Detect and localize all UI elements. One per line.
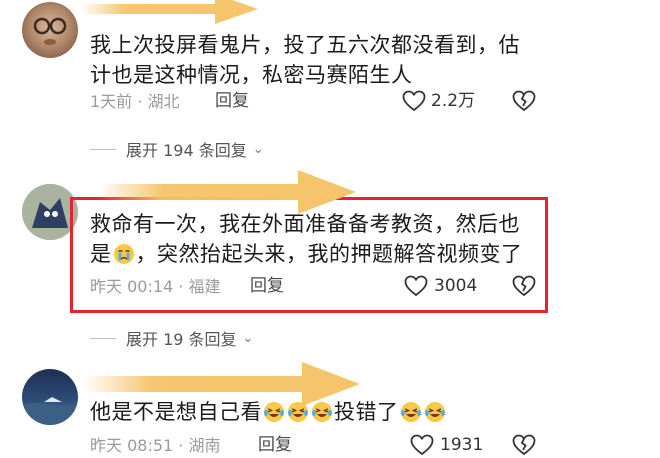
heart-outline-icon[interactable] [404, 275, 428, 297]
expand-replies[interactable]: 展开 194 条回复 ⌄ [90, 137, 264, 161]
avatar[interactable] [22, 369, 78, 425]
expand-replies[interactable]: 展开 19 条回复 ⌄ [90, 326, 253, 350]
broken-heart-icon[interactable] [512, 434, 536, 456]
comment-time: 昨天 00:14 · 福建 [90, 277, 221, 296]
expand-replies-label: 展开 19 条回复 [126, 330, 237, 349]
annotation-arrow [80, 0, 258, 24]
avatar[interactable] [22, 2, 78, 58]
annotation-arrow [98, 170, 356, 214]
reply-button[interactable]: 回复 [215, 91, 249, 111]
like-count: 1931 [440, 435, 484, 455]
expand-replies-label: 展开 194 条回复 [126, 141, 247, 160]
avatar-image [33, 17, 67, 45]
divider-line [90, 148, 116, 150]
divider-line [90, 337, 116, 339]
comment-time: 昨天 08:51 · 湖南 [90, 436, 221, 455]
heart-outline-icon[interactable] [402, 90, 426, 112]
reply-button[interactable]: 回复 [250, 276, 284, 296]
chevron-down-icon: ⌄ [252, 141, 264, 157]
heart-outline-icon[interactable] [410, 434, 434, 456]
chevron-down-icon: ⌄ [242, 330, 254, 346]
comment-text: 我上次投屏看鬼片，投了五六次都没看到，估 计也是这种情况，私密马赛陌生人 [90, 33, 520, 87]
avatar-image [22, 397, 78, 425]
like-count: 3004 [434, 276, 478, 296]
comment-text: 救命有一次，我在外面准备备考教资，然后也 是，突然抬起头来，我的押题解答视频变了 [90, 212, 523, 266]
laughing-crying-emoji-icon [424, 402, 445, 422]
comment-time: 1天前 · 湖北 [90, 92, 180, 111]
reply-button[interactable]: 回复 [258, 435, 292, 455]
crying-emoji-icon [113, 244, 134, 264]
broken-heart-icon[interactable] [512, 90, 536, 112]
annotation-arrow [82, 362, 360, 406]
like-count: 2.2万 [431, 91, 476, 111]
laughing-crying-emoji-icon [400, 402, 421, 422]
broken-heart-icon[interactable] [512, 275, 536, 297]
